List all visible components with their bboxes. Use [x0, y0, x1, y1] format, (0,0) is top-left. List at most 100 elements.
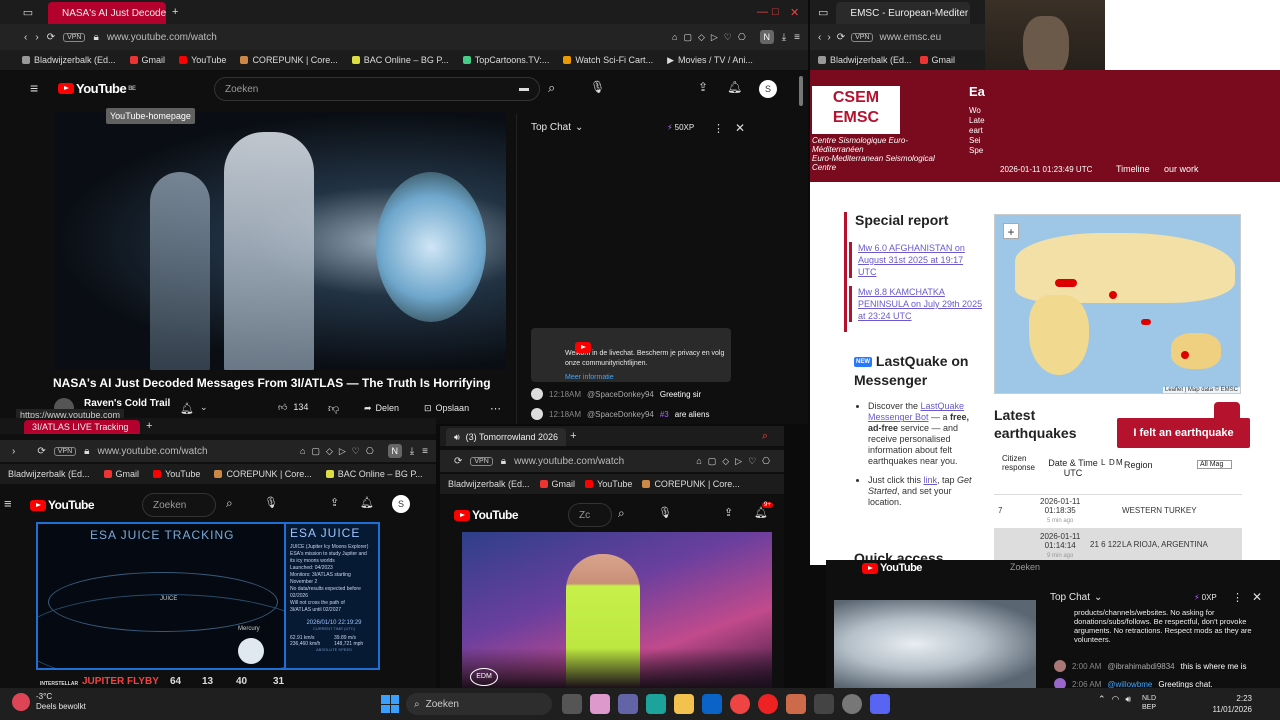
wifi-icon[interactable]: ◠: [1112, 694, 1120, 705]
zoom-in-button[interactable]: +: [1003, 223, 1019, 239]
notifications-icon[interactable]: 🔔︎: [360, 496, 374, 509]
sidebar-toggle-icon[interactable]: ▭: [22, 6, 34, 19]
teams-icon[interactable]: [618, 694, 638, 714]
start-icon[interactable]: [381, 695, 399, 713]
earthquake-map[interactable]: + Leaflet | Map data © EMSC: [994, 214, 1241, 394]
vpn-badge[interactable]: VPN: [53, 446, 77, 456]
back-icon[interactable]: ‹: [818, 32, 821, 43]
report-link[interactable]: Mw 8.8 KAMCHATKA PENINSULA on July 29th …: [849, 286, 984, 322]
bookmark-folder[interactable]: Bladwijzerbalk (Ed...: [448, 479, 530, 489]
chrome-icon[interactable]: [730, 694, 750, 714]
tab-atlas-tracking[interactable]: 3I/ATLAS LIVE Tracking: [24, 420, 140, 434]
keyboard-icon[interactable]: ▬: [519, 83, 529, 94]
tab-emsc[interactable]: EMSC - European-Mediter: [836, 2, 971, 24]
address-bar[interactable]: www.emsc.eu: [879, 32, 941, 43]
close-window-icon[interactable]: ✕: [790, 6, 799, 19]
bookmark-scifi[interactable]: Watch Sci-Fi Cart...: [563, 55, 653, 65]
account-avatar[interactable]: S: [759, 80, 777, 98]
forward-icon[interactable]: ›: [827, 32, 830, 43]
outlook-icon[interactable]: [702, 694, 722, 714]
tml-video[interactable]: EDM: [462, 532, 772, 688]
vpn-badge[interactable]: VPN: [470, 456, 493, 466]
bookmark-gmail[interactable]: Gmail: [129, 55, 165, 65]
youtube-logo[interactable]: YouTube: [862, 562, 922, 574]
address-bar[interactable]: www.youtube.com/watch: [97, 446, 207, 457]
forward-icon[interactable]: ›: [35, 32, 38, 43]
video-player[interactable]: [54, 112, 506, 370]
small-chat-header[interactable]: Top Chat ⌄: [1050, 592, 1102, 603]
search-icon[interactable]: ⌕: [618, 506, 625, 521]
download-icon[interactable]: ⤓: [782, 32, 786, 43]
hamburger-menu-icon[interactable]: ≡: [30, 80, 38, 96]
reload-icon[interactable]: ⟳: [454, 456, 462, 467]
create-icon[interactable]: ⇪: [724, 506, 733, 519]
save-button[interactable]: ⊡ Opslaan: [424, 403, 469, 414]
reload-icon[interactable]: ⟳: [37, 446, 45, 457]
share-button[interactable]: ➦ Delen: [364, 403, 399, 414]
download-icon[interactable]: ⤓: [410, 446, 414, 457]
emsc-logo[interactable]: CSEM EMSC: [812, 86, 900, 134]
account-avatar[interactable]: S: [392, 495, 410, 513]
discord-icon[interactable]: [870, 694, 890, 714]
dislike-icon[interactable]: 👎︎: [328, 402, 339, 415]
bookmark-gmail[interactable]: Gmail: [539, 479, 575, 489]
chat-close-icon[interactable]: ✕: [735, 121, 745, 135]
tab-tomorrowland[interactable]: 🔊︎ (3) Tomorrowland 2026: [446, 428, 567, 446]
bookmark-folder[interactable]: Bladwijzerbalk (Ed...: [8, 469, 90, 479]
quake-marker[interactable]: [1055, 279, 1077, 287]
quake-marker[interactable]: [1181, 351, 1189, 359]
nav-timeline[interactable]: Timeline: [1116, 164, 1150, 174]
bookmark-corepunk[interactable]: COREPUNK | Core...: [214, 469, 312, 479]
app-icon[interactable]: [786, 694, 806, 714]
youtube-logo[interactable]: YouTube BE: [58, 81, 136, 96]
more-options-icon[interactable]: ⋯: [490, 402, 501, 415]
bookmark-topcartoons[interactable]: TopCartoons.TV:...: [462, 55, 549, 65]
bookmark-bac[interactable]: BAC Online – BG P...: [351, 55, 449, 65]
search-icon[interactable]: ⌕: [548, 80, 555, 96]
get-started-link[interactable]: link: [924, 475, 938, 485]
chat-header[interactable]: Top Chat ⌄: [531, 122, 583, 133]
extension-n-icon[interactable]: N: [387, 444, 402, 458]
nav-our-work[interactable]: our work: [1164, 164, 1199, 174]
magnitude-select[interactable]: All Mag: [1197, 460, 1233, 469]
quake-marker[interactable]: [1141, 319, 1151, 325]
bookmark-corepunk[interactable]: COREPUNK | Core...: [642, 479, 740, 489]
bookmark-youtube[interactable]: YouTube: [153, 469, 200, 479]
reload-icon[interactable]: ⟳: [837, 32, 845, 43]
subscribe-bell-icon[interactable]: 🔔︎: [180, 402, 194, 415]
maximize-icon[interactable]: □: [772, 6, 779, 18]
cloud-video[interactable]: [834, 600, 1036, 688]
bookmark-bac[interactable]: BAC Online – BG P...: [325, 469, 423, 479]
taskbar-search[interactable]: ⌕ Zoeken: [406, 693, 552, 715]
juice-video[interactable]: ESA JUICE TRACKING JUICE Mercury ESA JUI…: [36, 522, 380, 670]
create-icon[interactable]: ⇪: [330, 496, 339, 509]
bookmark-gmail[interactable]: Gmail: [103, 469, 139, 479]
extension-n-icon[interactable]: N: [759, 30, 774, 44]
search-tab-icon[interactable]: ⌕: [762, 430, 768, 443]
store-icon[interactable]: [590, 694, 610, 714]
search-icon[interactable]: ⌕: [226, 496, 233, 511]
sidebar-toggle-icon[interactable]: ▭: [818, 6, 828, 19]
bookmark-youtube[interactable]: YouTube: [585, 479, 632, 489]
table-row[interactable]: 2026-01-11 01:14:14 9 min ago 21 6 122 LA …: [994, 528, 1242, 560]
youtube-logo[interactable]: YouTube: [30, 498, 95, 512]
new-tab-icon[interactable]: +: [172, 6, 178, 18]
chevron-down-icon[interactable]: ⌄: [200, 402, 208, 413]
search-input[interactable]: Zoeken ▬: [214, 77, 540, 101]
microphone-icon[interactable]: 🎙︎: [264, 496, 278, 509]
new-tab-icon[interactable]: +: [570, 430, 576, 442]
hamburger-menu-icon[interactable]: ≡: [4, 496, 12, 511]
settings-icon[interactable]: [842, 694, 862, 714]
clock[interactable]: 2:23 11/01/2026: [1196, 693, 1252, 715]
search-input[interactable]: Zoeken: [1010, 562, 1040, 572]
vpn-badge[interactable]: VPN: [851, 32, 874, 42]
edge-icon[interactable]: [646, 694, 666, 714]
back-icon[interactable]: ‹: [24, 32, 27, 43]
forward-icon[interactable]: ›: [12, 446, 15, 457]
toolbar-icons[interactable]: ⌂▢◇▷♡⎔: [696, 456, 776, 467]
bookmark-youtube[interactable]: YouTube: [179, 55, 226, 65]
menu-icon[interactable]: ≡: [794, 32, 800, 43]
like-button[interactable]: 👍︎ 134: [278, 402, 308, 413]
file-explorer-icon[interactable]: [674, 694, 694, 714]
language-indicator[interactable]: NLD BEP: [1142, 694, 1156, 712]
